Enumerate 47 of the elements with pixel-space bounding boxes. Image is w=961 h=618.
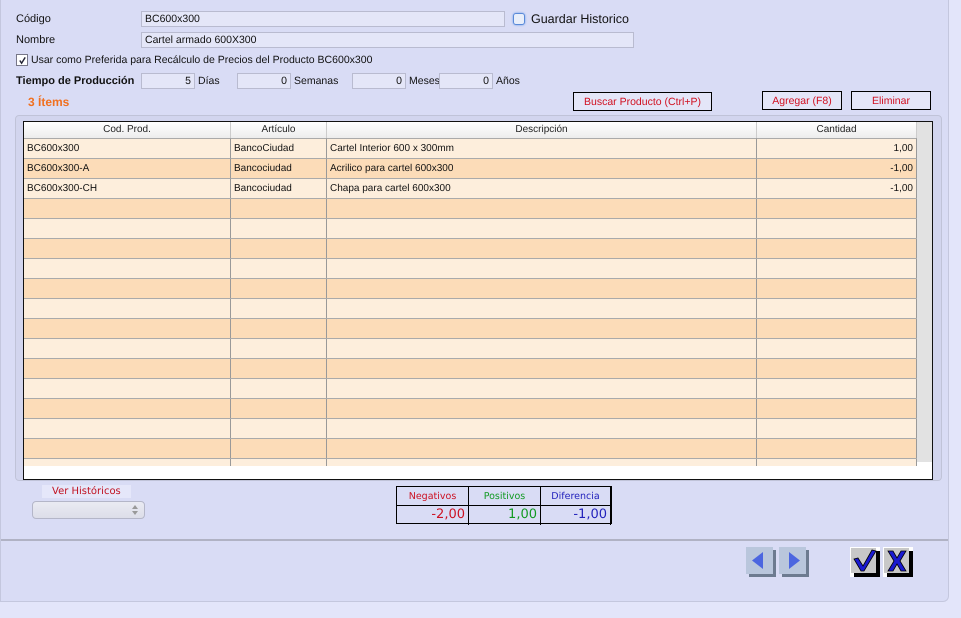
confirm-button[interactable]	[850, 547, 880, 577]
table-row[interactable]: BC600x300-CH Bancociudad Chapa para cartel 600x300 -1,00	[24, 178, 917, 198]
item-count: 3 Ítems	[28, 95, 70, 109]
checkbox-label: Guardar Historico	[531, 12, 629, 26]
number-field[interactable]: 0	[439, 72, 493, 88]
table-row[interactable]: BC600x300 BancoCiudad Cartel Interior 600 x 300mm 1,00	[24, 138, 917, 158]
table-row[interactable]: BC600x300-A Bancociudad Acrilico para cartel 600x300 -1,00	[24, 158, 917, 178]
cancel-button[interactable]	[883, 547, 913, 577]
total-value: -2,00	[397, 506, 469, 525]
total-header: Diferencia	[541, 487, 611, 506]
delete-button[interactable]: Eliminar	[851, 91, 931, 110]
field-label: Nombre	[16, 34, 56, 46]
total-header: Positivos	[469, 487, 541, 506]
table-cell: BC600x300	[24, 138, 231, 158]
table-cell: BC600x300-A	[24, 158, 231, 178]
add-button[interactable]: Agregar (F8)	[762, 91, 842, 110]
table-cell: Acrilico para cartel 600x300	[327, 158, 757, 178]
unit-label: Meses	[409, 74, 439, 86]
unit-label: Años	[496, 74, 521, 86]
scrollbar[interactable]	[917, 122, 932, 462]
number-field[interactable]: 0	[237, 72, 291, 88]
total-header: Negativos	[397, 487, 469, 506]
table-cell: Cartel Interior 600 x 300mm	[327, 138, 757, 158]
previous-button[interactable]	[746, 547, 776, 577]
total-value: -1,00	[541, 506, 611, 525]
unit-label: Días	[198, 74, 221, 86]
checkbox[interactable]	[513, 12, 525, 24]
next-button[interactable]	[779, 547, 809, 577]
table-cell: Bancociudad	[231, 158, 327, 178]
checkbox-label: Usar como Preferida para Recálculo de Precios del Producto BC600x300	[31, 54, 372, 66]
checkbox[interactable]	[16, 54, 28, 66]
column-header[interactable]: Artículo	[231, 122, 327, 138]
table-cell: BancoCiudad	[231, 138, 327, 158]
unit-label: Semanas	[294, 74, 340, 86]
field-label: Código	[16, 12, 52, 24]
column-header[interactable]: Descripción	[327, 122, 757, 138]
history-dropdown[interactable]	[32, 501, 145, 519]
code-field[interactable]: BC600x300	[141, 10, 505, 26]
column-header[interactable]: Cod. Prod.	[24, 122, 231, 138]
number-field[interactable]: 0	[352, 72, 406, 88]
history-label: Ver Históricos	[42, 485, 131, 498]
search-product-button[interactable]: Buscar Producto (Ctrl+P)	[573, 92, 712, 111]
name-field[interactable]: Cartel armado 600X300	[141, 32, 634, 48]
field-label: Tiempo de Producción	[16, 74, 136, 86]
total-value: 1,00	[469, 506, 541, 525]
updown-icon	[132, 505, 138, 515]
number-field[interactable]: 5	[141, 72, 195, 88]
